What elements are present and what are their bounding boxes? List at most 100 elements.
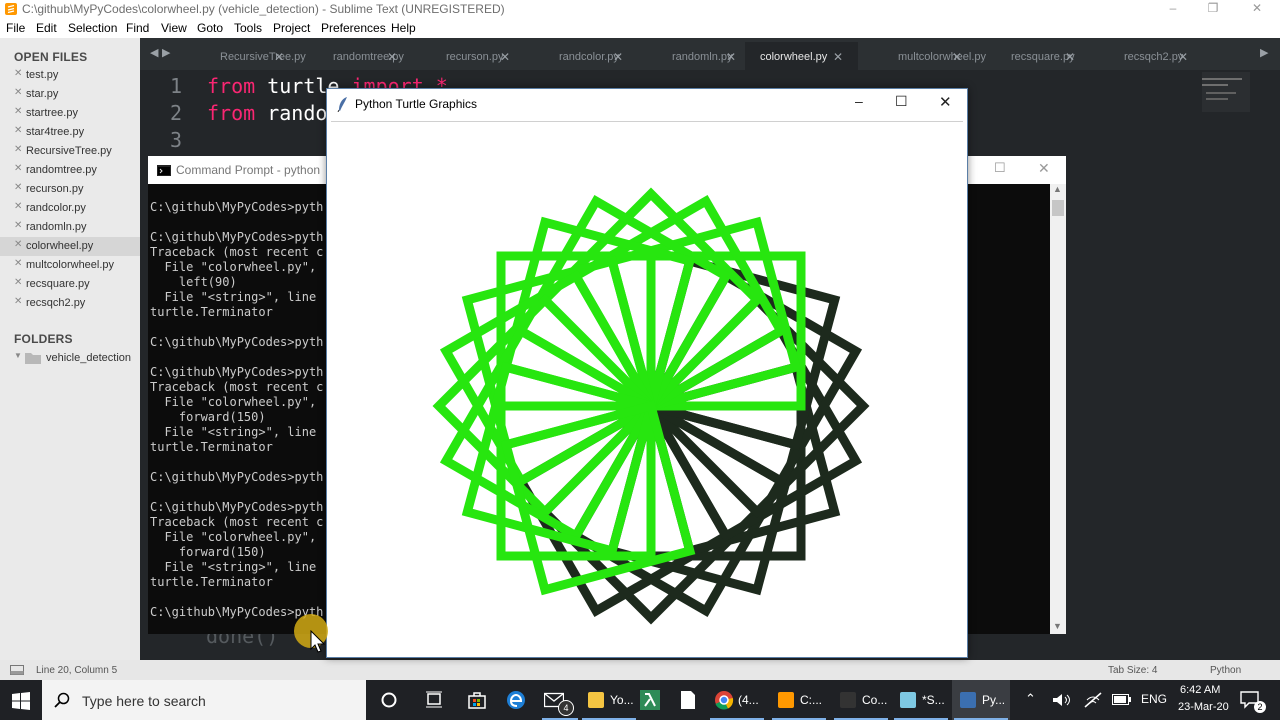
sidebar-file-item[interactable]: ✕ multcolorwheel.py [0, 256, 140, 275]
tab-close-icon[interactable]: ✕ [1178, 50, 1188, 64]
sidebar-file-item[interactable]: ✕ star4tree.py [0, 123, 140, 142]
sidebar-file-item[interactable]: ✕ colorwheel.py [0, 237, 140, 256]
sidebar-file-item[interactable]: ✕ recsqch2.py [0, 294, 140, 313]
console-line: File "colorwheel.py", [150, 260, 317, 274]
menu-preferences[interactable]: Preferences [321, 21, 386, 35]
menu-project[interactable]: Project [273, 21, 310, 35]
menu-selection[interactable]: Selection [68, 21, 117, 35]
menu-file[interactable]: File [6, 21, 25, 35]
close-icon[interactable]: ✕ [14, 296, 22, 307]
taskbar-app-folder[interactable]: Yo... [580, 680, 638, 720]
tab-close-icon[interactable]: ✕ [833, 50, 843, 64]
tab-scroll-left-icon[interactable]: ◀ [150, 46, 158, 59]
maximize-button[interactable]: ❐ [1190, 0, 1236, 18]
tray-overflow[interactable]: ⌃ [1018, 680, 1044, 720]
sidebar-folder-item[interactable]: ▼ vehicle_detection [0, 348, 140, 367]
tab-recsqch2-py[interactable]: recsqch2.py ✕ [1084, 42, 1197, 70]
mail-badge: 4 [558, 700, 574, 716]
close-icon[interactable]: ✕ [14, 68, 22, 79]
store-icon[interactable] [467, 690, 487, 710]
close-icon[interactable]: ✕ [14, 106, 22, 117]
menu-help[interactable]: Help [391, 21, 416, 35]
close-icon[interactable]: ✕ [14, 125, 22, 136]
close-icon[interactable]: ✕ [14, 163, 22, 174]
tab-randomln-py[interactable]: randomln.py ✕ [632, 42, 745, 70]
sidebar-file-item[interactable]: ✕ RecursiveTree.py [0, 142, 140, 161]
tab-close-icon[interactable]: ✕ [387, 50, 397, 64]
close-icon[interactable]: ✕ [14, 220, 22, 231]
taskbar-search-box[interactable]: Type here to search [42, 680, 366, 720]
minimap[interactable] [1198, 72, 1250, 112]
scroll-thumb[interactable] [1052, 200, 1064, 216]
sidebar-file-item[interactable]: ✕ randcolor.py [0, 199, 140, 218]
cmd-scrollbar[interactable]: ▲ ▼ [1050, 184, 1066, 634]
scroll-down-icon[interactable]: ▼ [1053, 621, 1062, 631]
tab-randomtree-py[interactable]: randomtree.py ✕ [293, 42, 406, 70]
sidebar-file-item[interactable]: ✕ startree.py [0, 104, 140, 123]
battery-icon[interactable] [1112, 694, 1132, 706]
language-indicator[interactable]: ENG [1141, 692, 1167, 706]
tab-scroll-right-icon[interactable]: ▶ [162, 46, 170, 59]
turtle-titlebar[interactable]: Python Turtle Graphics – ☐ ✕ [327, 89, 967, 119]
scroll-up-icon[interactable]: ▲ [1053, 184, 1062, 194]
menu-find[interactable]: Find [126, 21, 149, 35]
tab-close-icon[interactable]: ✕ [613, 50, 623, 64]
clock-date[interactable]: 23-Mar-20 [1178, 701, 1229, 713]
network-icon[interactable] [1084, 692, 1102, 708]
close-icon[interactable]: ✕ [14, 144, 22, 155]
sidebar-file-item[interactable]: ✕ recurson.py [0, 180, 140, 199]
sidebar-file-item[interactable]: ✕ test.py [0, 66, 140, 85]
turtle-maximize-button[interactable]: ☐ [895, 93, 908, 110]
turtle-close-button[interactable]: ✕ [939, 93, 952, 111]
syntax-mode[interactable]: Python [1210, 665, 1241, 676]
tab-multcolorwheel-py[interactable]: multcolorwheel.py ✕ [858, 42, 986, 70]
taskbar-app-lambda[interactable] [636, 680, 666, 720]
tab-close-icon[interactable]: ✕ [952, 50, 962, 64]
taskbar-app-sublime[interactable]: C:... [770, 680, 828, 720]
taskbar-app-file[interactable] [676, 680, 702, 720]
tab-close-icon[interactable]: ✕ [726, 50, 736, 64]
close-icon[interactable]: ✕ [14, 258, 22, 269]
panel-toggle-icon[interactable] [10, 665, 24, 675]
sidebar-file-item[interactable]: ✕ star.py [0, 85, 140, 104]
menu-goto[interactable]: Goto [197, 21, 223, 35]
close-icon[interactable]: ✕ [14, 277, 22, 288]
taskbar-app-chrome[interactable]: (4... [708, 680, 766, 720]
tab-close-icon[interactable]: ✕ [1065, 50, 1075, 64]
tab-recsquare-py[interactable]: recsquare.py ✕ [971, 42, 1084, 70]
lambda-icon [640, 690, 660, 710]
taskbar-app-notepad[interactable]: *S... [892, 680, 950, 720]
tab-overflow-icon[interactable]: ▶ [1260, 46, 1268, 59]
volume-icon[interactable] [1052, 692, 1070, 708]
sidebar-file-item[interactable]: ✕ randomtree.py [0, 161, 140, 180]
turtle-minimize-button[interactable]: – [855, 93, 863, 109]
taskbar-app-python[interactable]: Py... [952, 680, 1010, 720]
close-icon[interactable]: ✕ [14, 87, 22, 98]
close-icon[interactable]: ✕ [14, 182, 22, 193]
cortana-icon[interactable] [381, 692, 397, 708]
tab-close-icon[interactable]: ✕ [274, 50, 284, 64]
tab-recursivetree-py[interactable]: RecursiveTree.py ✕ [180, 42, 306, 70]
tab-size[interactable]: Tab Size: 4 [1108, 665, 1157, 676]
menu-edit[interactable]: Edit [36, 21, 57, 35]
menu-view[interactable]: View [161, 21, 187, 35]
turtle-canvas[interactable] [331, 121, 963, 654]
tab-colorwheel-py[interactable]: colorwheel.py ✕ [745, 42, 858, 70]
taskbar-app-cmd[interactable]: Co... [832, 680, 890, 720]
tab-recurson-py[interactable]: recurson.py ✕ [406, 42, 519, 70]
edge-icon[interactable] [506, 690, 526, 710]
close-button[interactable]: ✕ [1234, 0, 1280, 18]
cmd-close-button[interactable]: ✕ [1038, 160, 1050, 177]
clock-time[interactable]: 6:42 AM [1180, 684, 1220, 696]
menu-tools[interactable]: Tools [234, 21, 262, 35]
task-view-icon[interactable] [425, 691, 443, 709]
sidebar-file-item[interactable]: ✕ randomln.py [0, 218, 140, 237]
close-icon[interactable]: ✕ [14, 239, 22, 250]
tab-randcolor-py[interactable]: randcolor.py ✕ [519, 42, 632, 70]
tab-close-icon[interactable]: ✕ [500, 50, 510, 64]
close-icon[interactable]: ✕ [14, 201, 22, 212]
sidebar-file-item[interactable]: ✕ recsquare.py [0, 275, 140, 294]
windows-start-icon[interactable] [12, 692, 30, 710]
cmd-maximize-button[interactable]: ☐ [994, 160, 1006, 176]
taskbar-app-mail[interactable]: 4 [540, 680, 580, 720]
